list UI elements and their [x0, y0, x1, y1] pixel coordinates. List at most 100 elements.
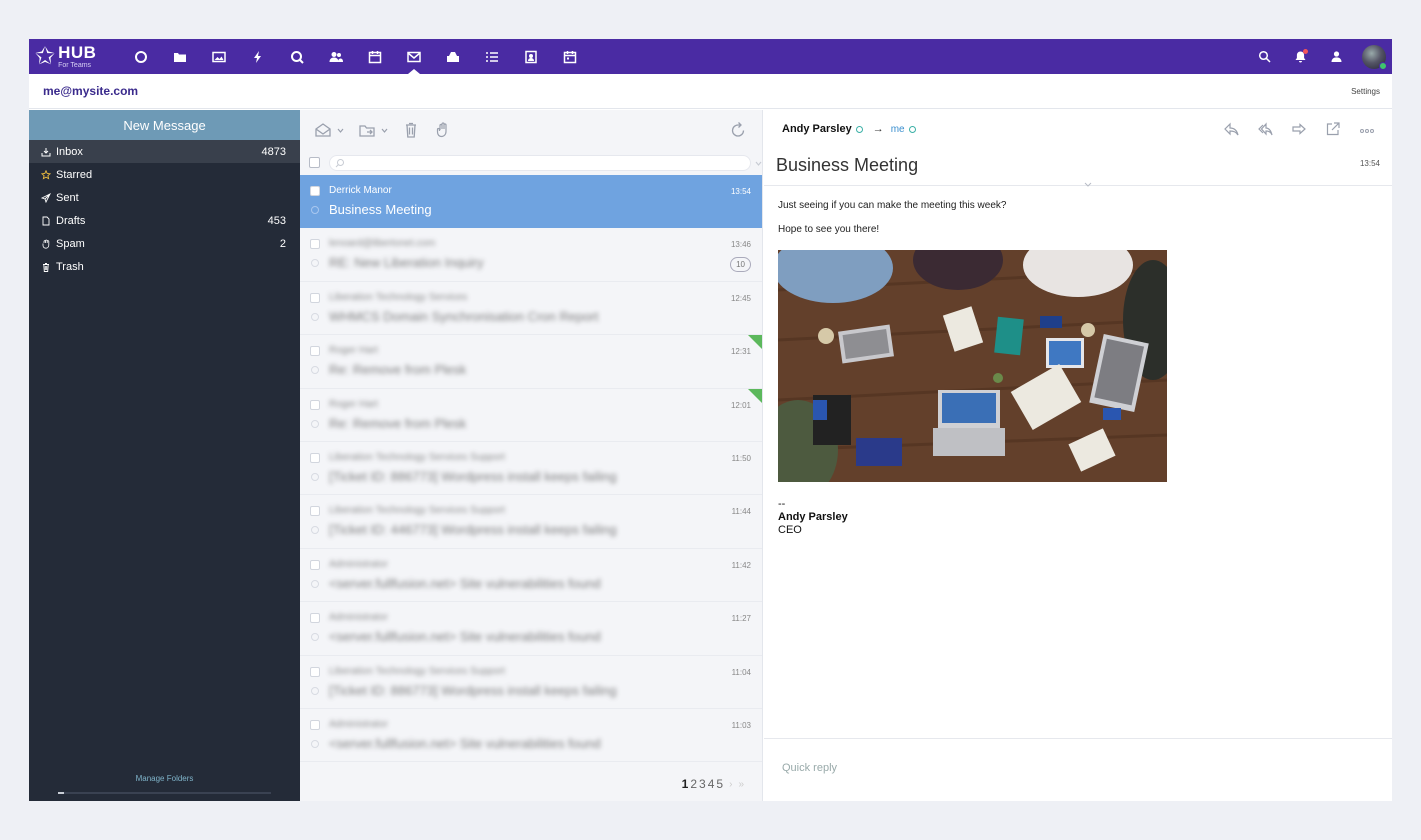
search-options-chevron-icon[interactable]	[755, 154, 762, 172]
search-icon[interactable]	[1246, 39, 1282, 74]
notification-icon[interactable]	[1282, 39, 1318, 74]
flag-corner-icon	[748, 388, 762, 403]
app-search-q-icon[interactable]	[277, 39, 316, 74]
unread-dot[interactable]	[311, 739, 319, 748]
folder-label: Drafts	[56, 214, 86, 227]
unread-dot[interactable]	[311, 419, 319, 428]
message-checkbox[interactable]	[310, 559, 320, 570]
folder-sent[interactable]: Sent	[29, 186, 300, 209]
page-4[interactable]: 4	[708, 777, 715, 791]
message-checkbox[interactable]	[310, 292, 320, 303]
page-2[interactable]: 2	[690, 777, 697, 791]
folder-drafts[interactable]: Drafts 453	[29, 209, 300, 232]
message-checkbox[interactable]	[310, 346, 320, 357]
unread-dot[interactable]	[311, 633, 319, 642]
chevron-down-icon	[381, 121, 388, 139]
move-to-folder-button[interactable]	[358, 121, 388, 139]
page-5[interactable]: 5	[716, 777, 723, 791]
account-email[interactable]: me@mysite.com	[43, 84, 138, 98]
message-checkbox[interactable]	[310, 613, 320, 624]
reply-icon[interactable]	[1214, 121, 1248, 137]
unread-dot[interactable]	[311, 312, 319, 321]
message-row[interactable]: Roger Hart Re: Remove from Plesk 12:31	[300, 335, 762, 389]
message-time: 11:03	[731, 720, 751, 730]
message-row[interactable]: Liberation Technology Services WHMCS Dom…	[300, 282, 762, 336]
unread-dot[interactable]	[311, 579, 319, 588]
unread-dot[interactable]	[311, 206, 319, 214]
recipient-name[interactable]: me	[891, 124, 905, 135]
folder-label: Inbox	[56, 145, 83, 158]
unread-dot[interactable]	[311, 366, 319, 375]
message-checkbox[interactable]	[310, 239, 320, 250]
new-message-button[interactable]: New Message	[29, 110, 300, 140]
message-subject: <server.fullfusion.net> Site vulnerabili…	[329, 575, 601, 591]
app-circle-icon[interactable]	[121, 39, 160, 74]
trash-icon	[406, 122, 416, 138]
folder-count: 453	[267, 214, 286, 227]
folder-inbox[interactable]: Inbox 4873	[29, 140, 300, 163]
more-icon[interactable]	[1350, 121, 1384, 137]
message-sender: Liberation Technology Services Support	[329, 665, 506, 677]
message-row[interactable]: Roger Hart Re: Remove from Plesk 12:01	[300, 388, 762, 442]
app-list-icon[interactable]	[472, 39, 511, 74]
message-checkbox[interactable]	[310, 186, 320, 196]
mark-read-icon	[315, 123, 331, 137]
signature-title: CEO	[778, 524, 802, 536]
message-checkbox[interactable]	[310, 666, 320, 677]
message-subject: WHMCS Domain Synchronisation Cron Report	[329, 308, 599, 324]
next-page-icon[interactable]: ›	[729, 779, 732, 790]
message-row[interactable]: Liberation Technology Services Support […	[300, 442, 762, 496]
message-checkbox[interactable]	[310, 399, 320, 410]
search-input[interactable]	[348, 157, 729, 168]
mark-spam-button[interactable]	[434, 121, 452, 139]
unread-dot[interactable]	[311, 686, 319, 695]
message-row[interactable]: Derrick Manor Business Meeting 13:54	[300, 175, 762, 229]
settings-link[interactable]: Settings	[1351, 87, 1380, 96]
app-briefcase-icon[interactable]	[433, 39, 472, 74]
sender-name[interactable]: Andy Parsley	[782, 123, 852, 135]
message-row[interactable]: Liberation Technology Services Support […	[300, 495, 762, 549]
reply-all-icon[interactable]	[1248, 121, 1282, 137]
app-mail-icon[interactable]	[394, 39, 433, 74]
app-folder-icon[interactable]	[160, 39, 199, 74]
quick-reply-input[interactable]	[782, 762, 1342, 774]
message-row[interactable]: Administrator <server.fullfusion.net> Si…	[300, 709, 762, 763]
user-icon[interactable]	[1318, 39, 1354, 74]
refresh-button[interactable]	[729, 121, 747, 139]
message-checkbox[interactable]	[310, 719, 320, 730]
unread-dot[interactable]	[311, 259, 319, 268]
header-divider	[764, 185, 1392, 186]
app-contacts-icon[interactable]	[316, 39, 355, 74]
expand-header-chevron-icon[interactable]	[1082, 180, 1094, 190]
search-box[interactable]	[328, 154, 751, 171]
select-all-checkbox[interactable]	[309, 157, 320, 168]
logo-title: HUB	[58, 43, 97, 62]
app-calendar-icon[interactable]	[355, 39, 394, 74]
message-row[interactable]: Liberation Technology Services Support […	[300, 656, 762, 709]
app-image-icon[interactable]	[199, 39, 238, 74]
page-1[interactable]: 1	[682, 777, 689, 791]
delete-button[interactable]	[402, 121, 420, 139]
app-portrait-icon[interactable]	[511, 39, 550, 74]
folder-spam[interactable]: Spam 2	[29, 232, 300, 255]
app-calendar-alt-icon[interactable]	[550, 39, 589, 74]
app-lightning-icon[interactable]	[238, 39, 277, 74]
forward-icon[interactable]	[1282, 121, 1316, 137]
folder-trash[interactable]: Trash	[29, 255, 300, 278]
popout-icon[interactable]	[1316, 121, 1350, 137]
message-row[interactable]: Administrator <server.fullfusion.net> Si…	[300, 602, 762, 656]
message-row[interactable]: Administrator <server.fullfusion.net> Si…	[300, 549, 762, 603]
manage-folders-link[interactable]: Manage Folders	[29, 774, 300, 783]
message-row[interactable]: lenoard@libertonet.com RE: New Liberatio…	[300, 228, 762, 282]
avatar[interactable]	[1362, 44, 1387, 70]
page-3[interactable]: 3	[699, 777, 706, 791]
star-icon	[41, 169, 52, 180]
message-checkbox[interactable]	[310, 452, 320, 463]
hub-logo[interactable]: ✩ HUB For Teams	[35, 44, 121, 69]
mark-read-button[interactable]	[314, 121, 344, 139]
unread-dot[interactable]	[311, 472, 319, 481]
message-checkbox[interactable]	[310, 506, 320, 517]
last-page-icon[interactable]: »	[738, 779, 744, 790]
unread-dot[interactable]	[311, 526, 319, 535]
folder-starred[interactable]: Starred	[29, 163, 300, 186]
